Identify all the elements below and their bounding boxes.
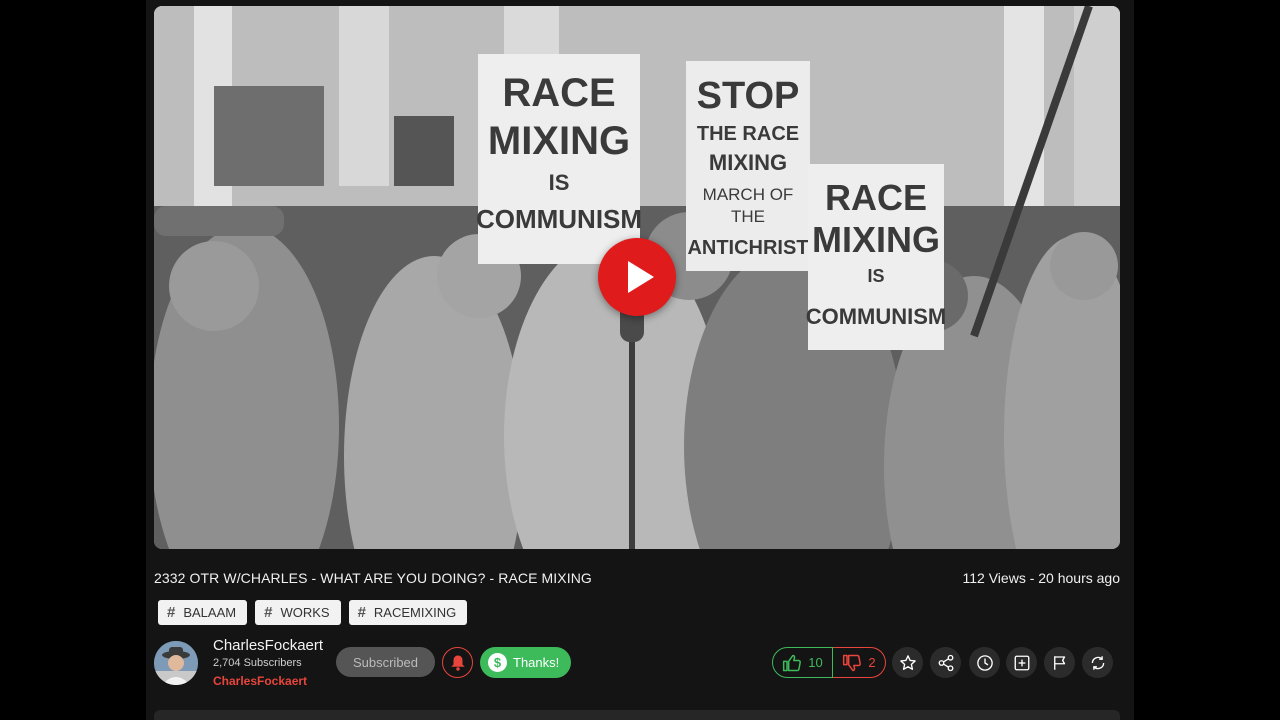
svg-text:MIXING: MIXING — [709, 150, 787, 175]
bell-icon — [450, 655, 465, 671]
favorite-button[interactable] — [892, 647, 923, 678]
share-button[interactable] — [930, 647, 961, 678]
star-icon — [899, 654, 916, 670]
tag-label: BALAAM — [183, 605, 237, 620]
subscriber-count: 2,704 Subscribers — [213, 657, 302, 669]
loop-button[interactable] — [1082, 647, 1113, 678]
views-and-age: 112 Views - 20 hours ago — [962, 570, 1120, 586]
video-title: 2332 OTR W/CHARLES - WHAT ARE YOU DOING?… — [154, 570, 592, 586]
tag-list: # BALAAM # WORKS # RACEMIXING — [158, 600, 468, 625]
clock-icon — [976, 654, 993, 671]
subscribed-button[interactable]: Subscribed — [336, 647, 435, 677]
add-to-playlist-button[interactable] — [1006, 647, 1037, 678]
thanks-label: Thanks! — [513, 655, 560, 670]
protest-sign-3: RACE MIXING IS COMMUNISM — [806, 164, 947, 350]
tag-label: RACEMIXING — [373, 605, 457, 620]
svg-text:STOP: STOP — [697, 75, 800, 117]
vote-group: 10 2 — [772, 647, 886, 678]
hashtag-icon: # — [167, 604, 176, 621]
svg-text:RACE: RACE — [825, 177, 927, 218]
hashtag-icon: # — [357, 604, 366, 621]
svg-text:ANTICHRIST: ANTICHRIST — [687, 237, 808, 259]
svg-text:MIXING: MIXING — [812, 219, 940, 260]
add-playlist-icon — [1014, 655, 1029, 670]
svg-text:RACE: RACE — [502, 71, 615, 115]
thanks-tip-button[interactable]: $ Thanks! — [480, 647, 571, 678]
video-player[interactable]: RACE MIXING IS COMMUNISM STOP THE RACE M… — [154, 6, 1120, 549]
flag-icon — [1053, 655, 1065, 670]
channel-link[interactable]: CharlesFockaert — [213, 674, 307, 688]
tag-balaam[interactable]: # BALAAM — [158, 600, 248, 625]
svg-text:COMMUNISM: COMMUNISM — [806, 304, 947, 329]
svg-text:IS: IS — [867, 266, 884, 286]
notification-bell-button[interactable] — [442, 647, 473, 678]
svg-text:COMMUNISM: COMMUNISM — [476, 204, 642, 234]
loop-icon — [1091, 655, 1104, 670]
downvote-button[interactable]: 2 — [833, 647, 886, 678]
share-icon — [938, 654, 953, 671]
upvote-button[interactable]: 10 — [772, 647, 833, 678]
play-button[interactable] — [598, 238, 676, 316]
comments-section-edge — [154, 710, 1120, 720]
svg-text:MIXING: MIXING — [488, 119, 630, 163]
downvote-count: 2 — [868, 655, 876, 670]
protest-sign-1: RACE MIXING IS COMMUNISM — [476, 54, 642, 264]
play-icon — [628, 261, 654, 293]
upvote-count: 10 — [808, 655, 823, 670]
svg-text:MARCH OF: MARCH OF — [703, 185, 794, 204]
report-button[interactable] — [1044, 647, 1075, 678]
svg-text:THE: THE — [731, 207, 765, 226]
channel-avatar[interactable] — [154, 641, 198, 685]
svg-text:THE RACE: THE RACE — [697, 123, 799, 145]
hashtag-icon: # — [264, 604, 273, 621]
dollar-icon: $ — [488, 653, 507, 672]
tag-racemixing[interactable]: # RACEMIXING — [348, 600, 468, 625]
thumbs-up-icon — [783, 654, 802, 671]
tag-works[interactable]: # WORKS — [255, 600, 341, 625]
channel-name[interactable]: CharlesFockaert — [213, 637, 323, 654]
watch-later-button[interactable] — [969, 647, 1000, 678]
protest-sign-2: STOP THE RACE MIXING MARCH OF THE ANTICH… — [686, 61, 810, 271]
svg-text:IS: IS — [549, 170, 570, 195]
thumbs-down-icon — [843, 654, 862, 671]
tag-label: WORKS — [280, 605, 330, 620]
